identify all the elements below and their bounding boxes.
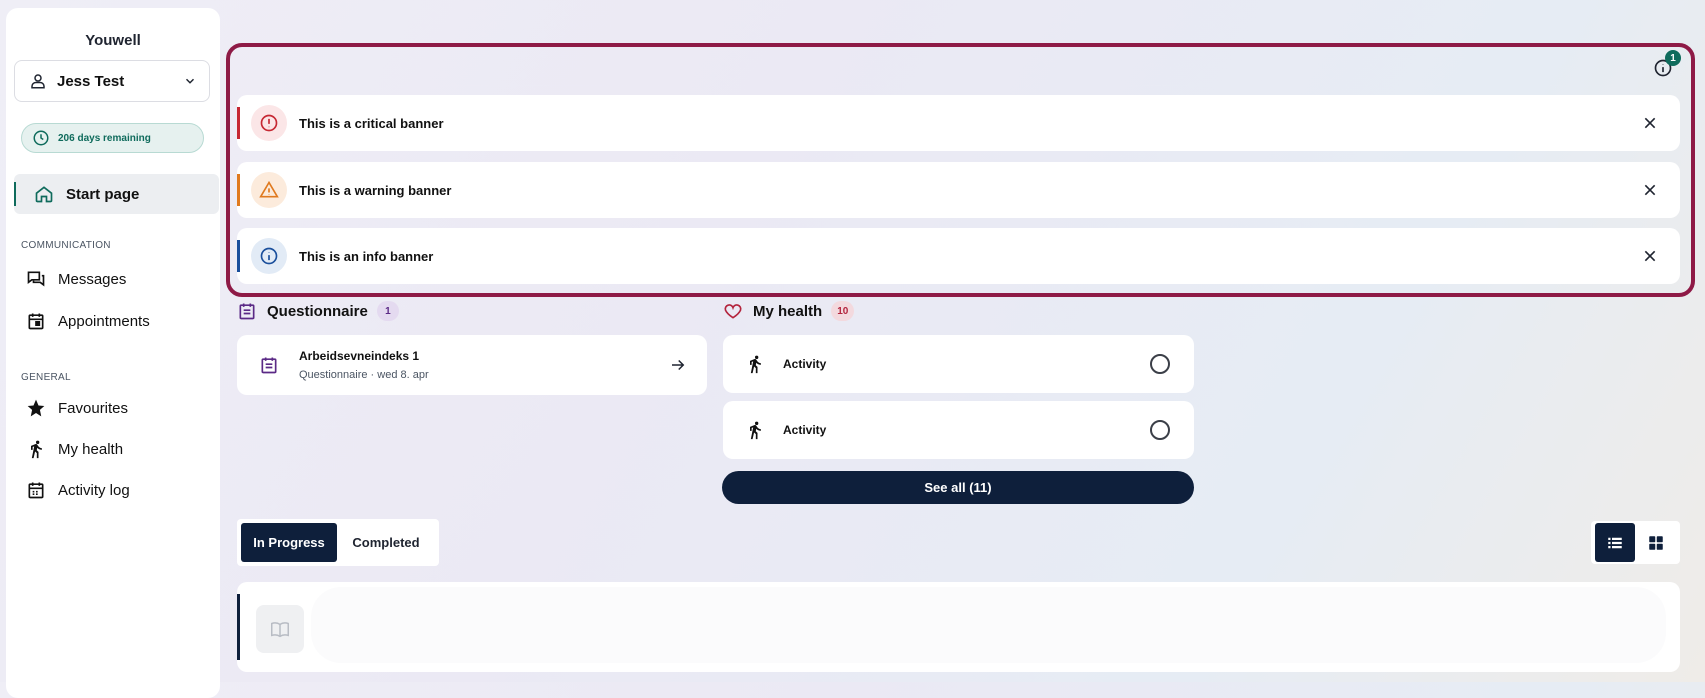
clock-icon: [33, 130, 49, 146]
heart-icon: [724, 304, 742, 319]
health-activity-card[interactable]: Activity: [723, 401, 1194, 459]
days-remaining-badge: 206 days remaining: [21, 123, 204, 153]
sidebar-item-label: Activity log: [58, 481, 130, 499]
banner-stripe: [237, 174, 240, 206]
close-icon[interactable]: [1642, 248, 1658, 264]
book-icon: [271, 622, 289, 638]
banner-text: This is a critical banner: [299, 115, 444, 131]
activity-radio[interactable]: [1150, 354, 1170, 374]
activity-label: Activity: [783, 357, 827, 371]
sidebar-item-label: Appointments: [58, 312, 150, 330]
questionnaire-card[interactable]: Arbeidsevneindeks 1 Questionnaire · wed …: [237, 335, 707, 395]
running-icon: [31, 440, 42, 459]
calendar-log-icon: [28, 482, 44, 499]
activity-radio[interactable]: [1150, 420, 1170, 440]
info-banner: This is an info banner: [237, 228, 1680, 284]
home-icon: [35, 186, 53, 203]
sidebar-item-label: Favourites: [58, 399, 129, 417]
tab-completed[interactable]: Completed: [337, 523, 435, 562]
sidebar-item-label: Start page: [66, 185, 140, 203]
user-name: Jess Test: [57, 72, 125, 90]
sidebar-item-activity-log[interactable]: Activity log: [26, 476, 130, 504]
warning-banner: This is a warning banner: [237, 162, 1680, 218]
alert-circle-icon: [260, 114, 278, 132]
close-icon[interactable]: [1642, 182, 1658, 198]
my-health-count-badge: 10: [831, 301, 855, 321]
activity-label: Activity: [783, 423, 827, 437]
info-circle-icon: [260, 247, 278, 265]
arrow-right-icon[interactable]: [669, 356, 687, 374]
chevron-down-icon: [185, 78, 195, 84]
grid-view-button[interactable]: [1636, 523, 1676, 562]
health-activity-card[interactable]: Activity: [723, 335, 1194, 393]
sidebar-item-my-health[interactable]: My health: [26, 435, 123, 463]
content-card[interactable]: [237, 582, 1680, 672]
active-indicator: [14, 182, 16, 206]
sidebar-item-label: Messages: [58, 270, 127, 288]
brand-name: Youwell: [85, 32, 141, 49]
list-view-button[interactable]: [1595, 523, 1635, 562]
running-icon: [750, 355, 761, 374]
sidebar-item-start-page[interactable]: Start page: [14, 174, 219, 214]
see-all-button[interactable]: See all (11): [722, 471, 1194, 504]
card-stripe: [237, 594, 240, 660]
questionnaire-card-text: Arbeidsevneindeks 1 Questionnaire · wed …: [299, 349, 669, 381]
critical-banner: This is a critical banner: [237, 95, 1680, 151]
days-remaining-text: 206 days remaining: [58, 132, 151, 144]
star-icon: [27, 399, 45, 417]
questionnaire-icon: [239, 303, 255, 320]
calendar-icon: [28, 313, 44, 330]
banner-icon-wrap: [251, 172, 287, 208]
sidebar-item-messages[interactable]: Messages: [26, 265, 126, 293]
banner-icon-wrap: [251, 238, 287, 274]
tab-in-progress[interactable]: In Progress: [241, 523, 337, 562]
questionnaire-title: Arbeidsevneindeks 1: [299, 349, 420, 363]
card-thumbnail: [256, 605, 304, 653]
grid-icon: [1649, 535, 1663, 550]
card-content-placeholder: [311, 587, 1666, 663]
section-title: My health: [753, 302, 823, 320]
banner-text: This is an info banner: [299, 248, 434, 264]
section-title: Questionnaire: [267, 302, 368, 320]
questionnaire-count-badge: 1: [376, 301, 399, 321]
view-toggle: [1591, 521, 1680, 564]
progress-tabs: In Progress Completed: [237, 519, 439, 566]
banner-text: This is a warning banner: [299, 182, 452, 198]
sidebar-item-favourites[interactable]: Favourites: [26, 394, 128, 422]
questionnaire-icon: [261, 357, 277, 374]
close-icon[interactable]: [1642, 115, 1658, 131]
sidebar-item-appointments[interactable]: Appointments: [26, 307, 150, 335]
notification-count-badge: 1: [1665, 50, 1681, 66]
messages-icon: [27, 271, 45, 287]
section-label-communication: COMMUNICATION: [21, 240, 111, 251]
banner-stripe: [237, 240, 240, 272]
list-icon: [1608, 537, 1622, 548]
user-icon: [31, 74, 45, 89]
running-icon: [750, 421, 761, 440]
sidebar: Youwell Jess Test 206 days remaining Sta…: [6, 8, 220, 698]
user-selector[interactable]: Jess Test: [14, 60, 210, 102]
warning-triangle-icon: [259, 180, 279, 198]
questionnaire-header: Questionnaire 1: [237, 301, 399, 321]
my-health-header: My health 10: [723, 301, 855, 321]
sidebar-item-label: My health: [58, 440, 124, 458]
banner-stripe: [237, 107, 240, 139]
banner-icon-wrap: [251, 105, 287, 141]
questionnaire-subtitle: Questionnaire · wed 8. apr: [299, 369, 429, 381]
section-label-general: GENERAL: [21, 372, 71, 383]
